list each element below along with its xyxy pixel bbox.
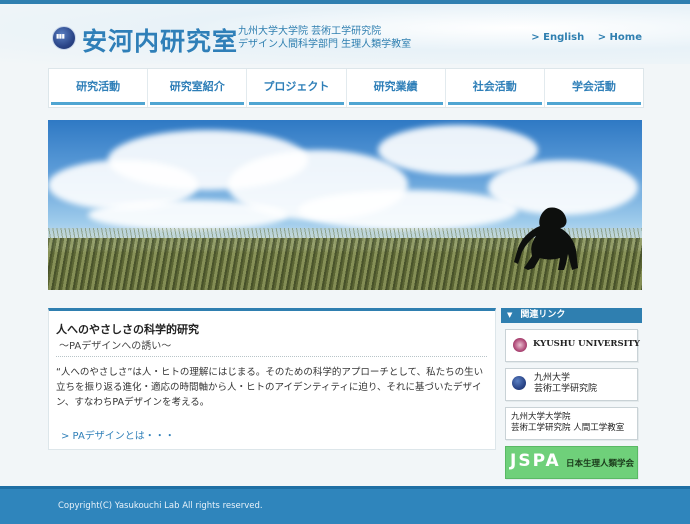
university-emblem-icon[interactable]: ▮▮▮ [52, 26, 76, 50]
nav-item-social[interactable]: 社会活動 [446, 69, 545, 107]
copyright-text: Copyright(C) Yasukouchi Lab All rights r… [58, 501, 263, 511]
jspa-banner[interactable]: JSPA 日本生理人類学会 [505, 446, 638, 479]
main-navigation: 研究活動 研究室紹介 プロジェクト 研究業績 社会活動 学会活動 [48, 68, 644, 108]
english-link[interactable]: > English [531, 32, 584, 43]
faculty-emblem-icon [512, 376, 526, 390]
design-faculty-banner[interactable]: 九州大学 芸術工学研究院 [505, 368, 638, 401]
ergo-banner-line-1: 九州大学大学院 [511, 412, 571, 422]
site-title[interactable]: 安河内研究室 [82, 22, 238, 58]
nav-item-lab-intro[interactable]: 研究室紹介 [148, 69, 248, 107]
ergonomics-lab-text: 九州大学大学院 芸術工学研究院 人間工学教室 [511, 412, 624, 434]
hero-image [48, 120, 642, 290]
nav-item-projects[interactable]: プロジェクト [247, 69, 347, 107]
intro-subtitle: ～PAデザインへの誘い～ [59, 341, 172, 352]
related-links-header: ▼ 関連リンク [501, 308, 642, 323]
top-links: > English > Home [521, 32, 642, 43]
kyushu-banner-text: KYUSHU UNIVERSITY [533, 339, 640, 349]
ergonomics-lab-banner[interactable]: 九州大学大学院 芸術工学研究院 人間工学教室 [505, 407, 638, 440]
intro-body: “人へのやさしさ”は人・ヒトの理解にはじまる。そのための科学的アプローチとして、… [56, 367, 484, 408]
department-line-1: 九州大学大学院 芸術工学研究院 [238, 26, 382, 37]
kyushu-university-banner[interactable]: KYUSHU UNIVERSITY [505, 329, 640, 362]
related-links-title: 関連リンク [520, 310, 566, 320]
home-link[interactable]: > Home [598, 32, 642, 43]
design-banner-line-1: 九州大学 [534, 373, 571, 383]
ergo-banner-line-2: 芸術工学研究院 人間工学教室 [511, 423, 625, 433]
design-faculty-text: 九州大学 芸術工学研究院 [534, 373, 597, 395]
pa-design-link[interactable]: > PAデザインとは・・・ [61, 427, 175, 442]
department-info: 九州大学大学院 芸術工学研究院 デザイン人間科学部門 生理人類学教室 [238, 25, 411, 51]
footer: Copyright(C) Yasukouchi Lab All rights r… [0, 486, 690, 524]
intro-title: 人へのやさしさの科学的研究 [56, 323, 199, 336]
nav-item-publications[interactable]: 研究業績 [347, 69, 446, 107]
nav-item-conferences[interactable]: 学会活動 [545, 69, 643, 107]
triangle-down-icon: ▼ [507, 311, 513, 319]
ape-silhouette-icon [514, 207, 578, 270]
dotted-divider [56, 356, 487, 357]
design-banner-line-2: 芸術工学研究院 [534, 384, 598, 394]
intro-panel: 人へのやさしさの科学的研究 ～PAデザインへの誘い～ “人へのやさしさ”は人・ヒ… [48, 308, 496, 450]
nav-item-research[interactable]: 研究活動 [49, 69, 149, 107]
jspa-name: 日本生理人類学会 [566, 459, 635, 469]
jspa-logo: JSPA [510, 451, 561, 471]
department-line-2: デザイン人間科学部門 生理人類学教室 [238, 39, 412, 50]
kyushu-seal-icon [513, 338, 527, 352]
